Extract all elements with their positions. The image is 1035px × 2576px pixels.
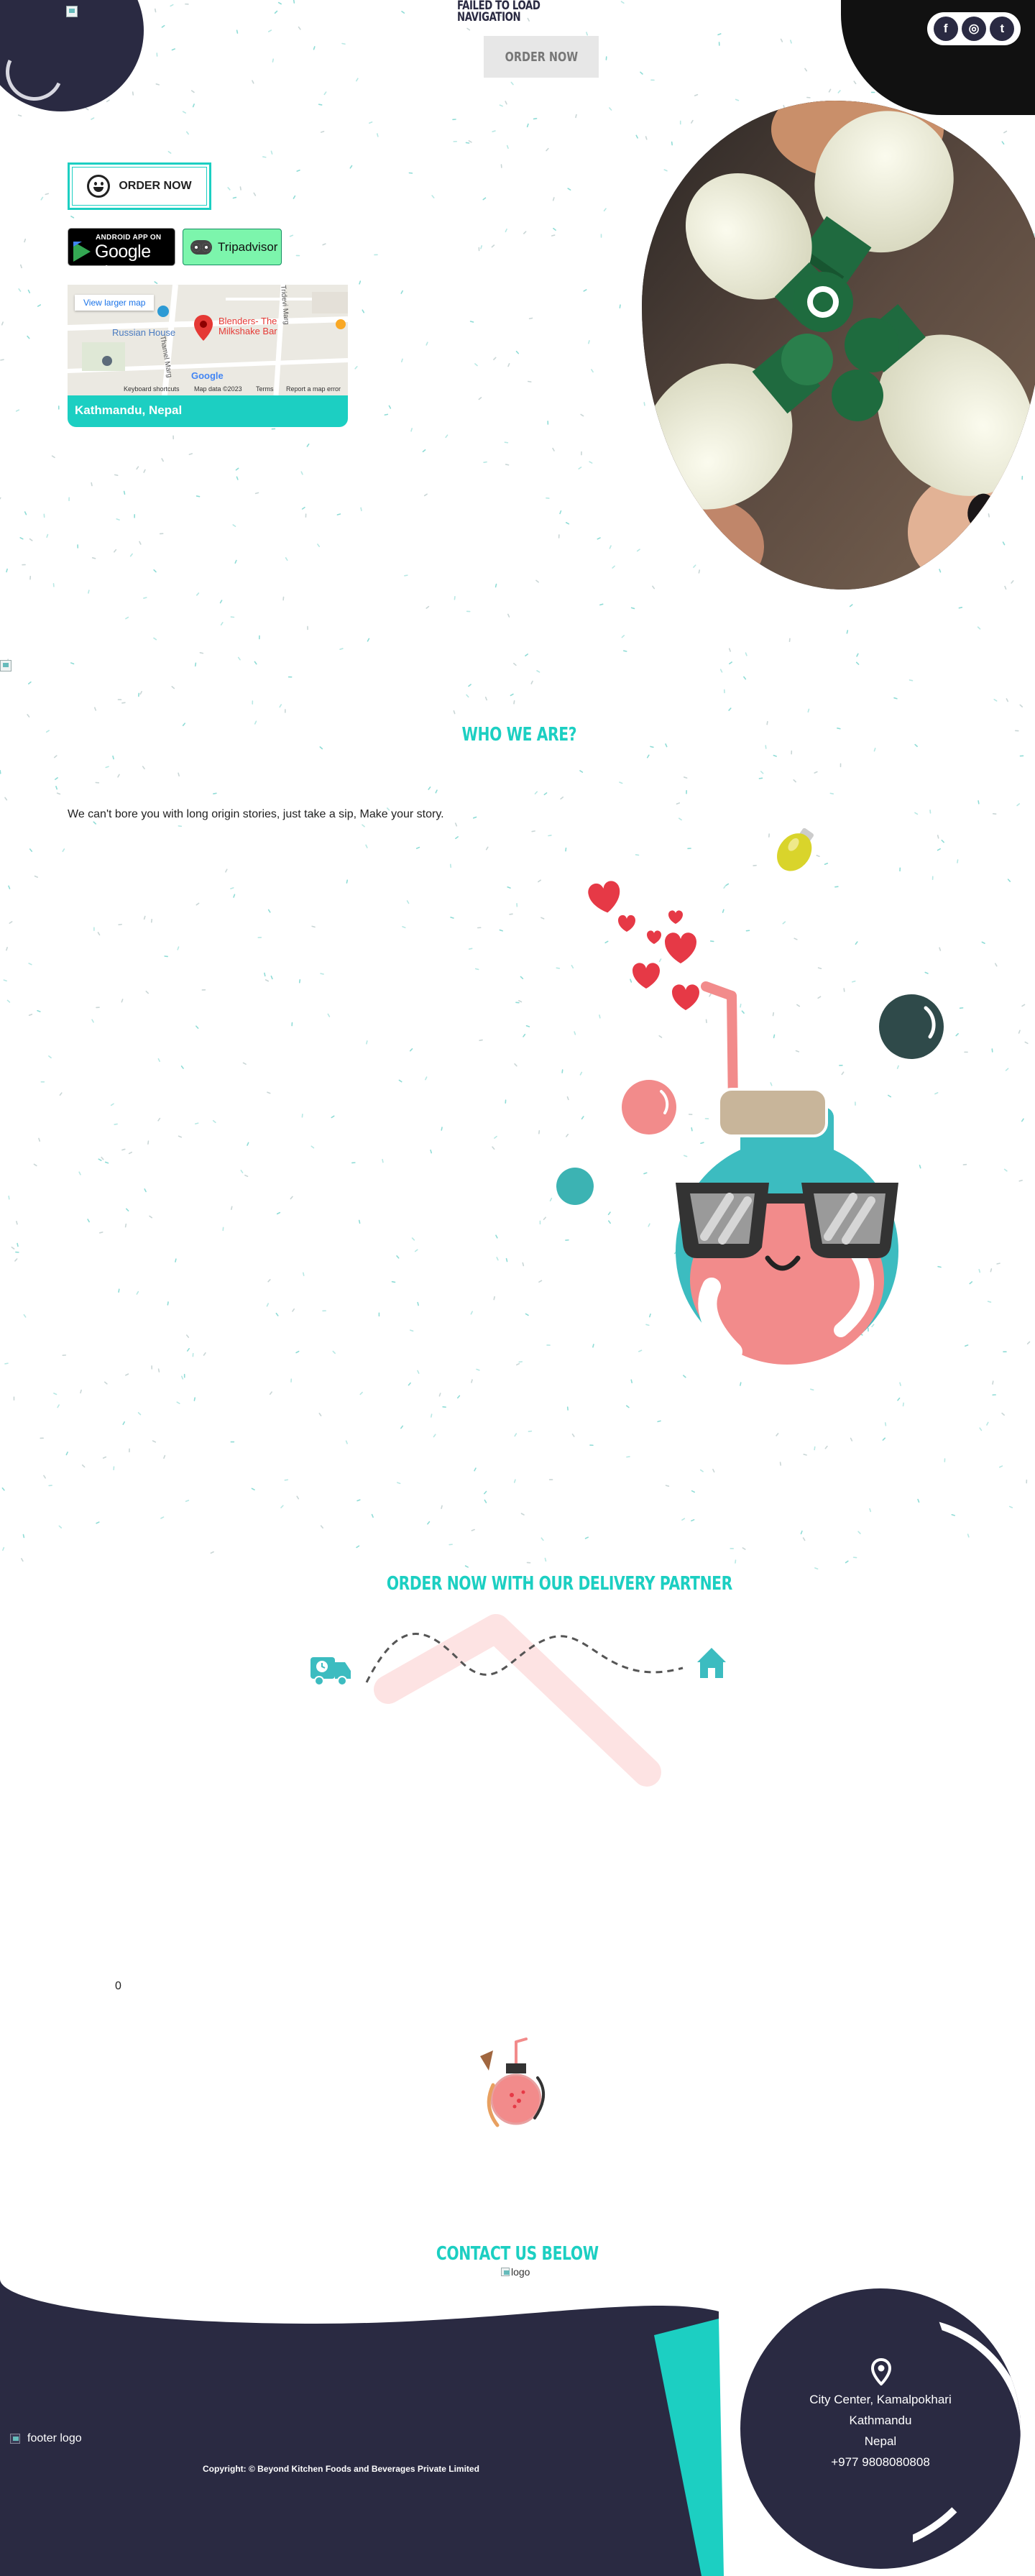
contact-address-line1: City Center, Kamalpokhari (809, 2393, 952, 2406)
about-title: WHO WE ARE? (446, 724, 589, 746)
contact-address: City Center, Kamalpokhari Kathmandu Nepa… (740, 2389, 1021, 2472)
contact-logo-alt: logo (511, 2266, 530, 2278)
instagram-icon[interactable]: ◎ (961, 17, 986, 41)
section-divider-image (0, 660, 12, 671)
header-order-now-label: ORDER NOW (505, 49, 578, 65)
contact-title-text: CONTACT US BELOW (436, 2243, 599, 2265)
google-play-icon-accent (73, 242, 82, 247)
navigation-error-text: FAILED TO LOAD NAVIGATION (457, 0, 540, 24)
home-icon (697, 1648, 726, 1678)
footer-logo-broken-icon (10, 2434, 20, 2444)
contact-phone[interactable]: +977 9808080808 (740, 2452, 1021, 2472)
delivery-route-illustration (310, 1614, 726, 1787)
map-report-error-link[interactable]: Report a map error (286, 385, 341, 393)
delivery-truck-icon (310, 1657, 351, 1686)
tripadvisor-label: Tripadvisor (218, 239, 278, 254)
map-data-credit: Map data ©2023 (194, 385, 242, 393)
view-larger-map-link[interactable]: View larger map (75, 295, 155, 311)
small-mascot-icon (480, 2038, 546, 2127)
delivery-title-text: ORDER NOW WITH OUR DELIVERY PARTNER (386, 1573, 732, 1595)
footer-logo[interactable]: footer logo (10, 2432, 82, 2445)
social-links: f ◎ t (927, 12, 1021, 45)
location-caption: Kathmandu, Nepal (68, 395, 348, 427)
delivery-title: ORDER NOW WITH OUR DELIVERY PARTNER (338, 1573, 732, 1595)
hero-bottles-photo (642, 101, 1035, 590)
contact-address-line2: Kathmandu (849, 2414, 912, 2427)
contact-info-circle: City Center, Kamalpokhari Kathmandu Nepa… (740, 2288, 1021, 2569)
contact-logo: logo (501, 2266, 530, 2278)
twitter-icon[interactable]: t (990, 17, 1015, 41)
map-label-place: Blenders- The Milkshake Bar (218, 316, 277, 336)
map-pin-icon (194, 315, 213, 341)
location-map-card: View larger map Russian House Blenders- … (68, 285, 348, 427)
google-logo: Google (191, 370, 224, 381)
header-order-now-button[interactable]: ORDER NOW (484, 36, 599, 78)
footer-logo-alt: footer logo (27, 2432, 82, 2444)
site-logo-image[interactable] (66, 6, 78, 17)
contact-title: CONTACT US BELOW (410, 2243, 625, 2265)
hero-order-now-button[interactable]: ORDER NOW (68, 162, 211, 210)
facebook-icon[interactable]: f (933, 17, 958, 41)
about-title-text: WHO WE ARE? (461, 724, 577, 746)
hero-order-now-label: ORDER NOW (119, 180, 192, 192)
location-pin-icon (870, 2358, 892, 2385)
copyright-text: Copyright: © Beyond Kitchen Foods and Be… (203, 2464, 479, 2474)
google-play-line1: ANDROID APP ON (96, 234, 162, 242)
google-play-badge[interactable]: ANDROID APP ON Google play (68, 228, 175, 283)
contact-logo-broken-icon (501, 2268, 510, 2276)
tripadvisor-owl-icon (190, 239, 212, 255)
contact-address-line3: Nepal (864, 2434, 897, 2448)
smiley-icon (87, 175, 111, 198)
mascot-illustration (556, 828, 944, 1365)
delivery-stat-number: 0 (115, 1980, 121, 1992)
google-play-line2: Google play (95, 242, 151, 283)
google-map[interactable]: View larger map Russian House Blenders- … (68, 285, 348, 395)
map-keyboard-shortcuts[interactable]: Keyboard shortcuts (124, 385, 180, 393)
blob-arc-decoration (0, 35, 72, 109)
map-terms-link[interactable]: Terms (256, 385, 274, 393)
tripadvisor-button[interactable]: Tripadvisor (183, 229, 282, 265)
about-text: We can't bore you with long origin stori… (68, 808, 444, 820)
